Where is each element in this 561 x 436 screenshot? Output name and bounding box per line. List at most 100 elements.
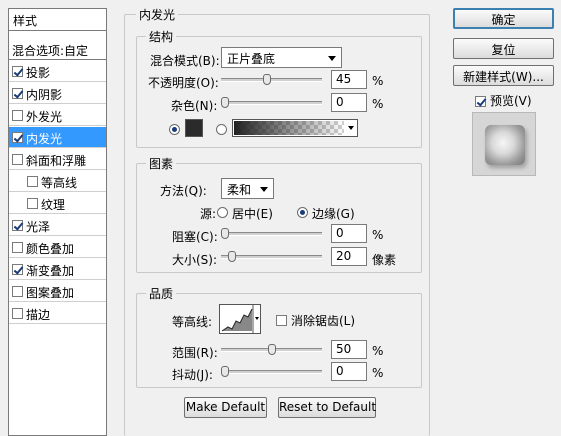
- style-checkbox[interactable]: [12, 286, 23, 297]
- size-slider-track[interactable]: [221, 255, 322, 259]
- range-input[interactable]: 50: [331, 340, 367, 359]
- style-checkbox[interactable]: [27, 198, 38, 209]
- jitter-input[interactable]: 0: [331, 362, 367, 381]
- choke-slider-thumb[interactable]: [221, 228, 229, 239]
- style-list-item[interactable]: 内发光: [9, 127, 106, 148]
- choke-unit: %: [372, 228, 384, 242]
- style-checkbox[interactable]: [12, 220, 23, 231]
- style-list: 样式 混合选项:自定 投影内阴影外发光内发光斜面和浮雕等高线纹理光泽颜色叠加渐变…: [8, 8, 107, 436]
- chevron-down-icon: [348, 126, 354, 130]
- style-item-label: 纹理: [41, 198, 66, 212]
- style-checkbox[interactable]: [12, 242, 23, 253]
- blending-options-label: 混合选项:自定: [12, 44, 89, 58]
- reset-to-default-button[interactable]: Reset to Default: [278, 397, 376, 418]
- jitter-slider-thumb[interactable]: [221, 366, 229, 377]
- size-label: 大小(S):: [172, 253, 218, 267]
- noise-slider-track[interactable]: [221, 101, 322, 105]
- style-item-label: 内阴影: [26, 88, 63, 102]
- style-checkbox[interactable]: [12, 132, 23, 143]
- anti-alias-label: 消除锯齿(L): [291, 314, 356, 328]
- blend-mode-select[interactable]: 正片叠底: [221, 47, 342, 68]
- style-item-label: 图案叠加: [26, 286, 75, 300]
- noise-slider-thumb[interactable]: [221, 97, 229, 108]
- contour-label: 等高线:: [172, 315, 213, 329]
- chevron-down-icon: [260, 187, 268, 192]
- preview-checkbox[interactable]: [475, 94, 489, 110]
- source-label: 源:: [200, 207, 217, 221]
- style-checkbox[interactable]: [12, 264, 23, 275]
- opacity-label: 不透明度(O):: [148, 76, 219, 90]
- blending-options-item[interactable]: 混合选项:自定: [9, 39, 106, 60]
- new-style-button[interactable]: 新建样式(W)...: [453, 65, 554, 86]
- technique-value: 柔和: [227, 183, 252, 197]
- anti-alias-checkbox[interactable]: [276, 313, 290, 329]
- style-item-label: 外发光: [26, 110, 63, 124]
- technique-select[interactable]: 柔和: [221, 178, 274, 199]
- make-default-button[interactable]: Make Default: [184, 397, 267, 418]
- opacity-input[interactable]: 45: [331, 70, 367, 89]
- glow-color-swatch[interactable]: [185, 119, 203, 137]
- style-list-item[interactable]: 内阴影: [9, 83, 106, 104]
- opacity-slider-track[interactable]: [221, 78, 322, 82]
- reset-button[interactable]: 复位: [453, 38, 554, 59]
- style-list-item[interactable]: 纹理: [9, 193, 106, 214]
- style-item-label: 描边: [26, 308, 51, 322]
- size-input[interactable]: 20: [331, 247, 367, 266]
- style-item-label: 光泽: [26, 220, 51, 234]
- style-checkbox[interactable]: [12, 308, 23, 319]
- jitter-label: 抖动(J):: [172, 368, 213, 382]
- style-item-label: 投影: [26, 66, 51, 80]
- range-unit: %: [372, 344, 384, 358]
- style-list-item[interactable]: 颜色叠加: [9, 237, 106, 258]
- style-list-item[interactable]: 等高线: [9, 171, 106, 192]
- preview-label: 预览(V): [490, 94, 532, 108]
- quality-title: 品质: [146, 285, 177, 302]
- jitter-slider-track[interactable]: [221, 370, 322, 374]
- style-item-label: 内发光: [26, 132, 63, 146]
- noise-label: 杂色(N):: [171, 99, 218, 113]
- range-slider-thumb[interactable]: [268, 344, 276, 355]
- choke-label: 阻塞(C):: [172, 230, 218, 244]
- opacity-slider-thumb[interactable]: [263, 74, 271, 85]
- source-edge-label: 边缘(G): [312, 207, 355, 221]
- style-list-item[interactable]: 斜面和浮雕: [9, 149, 106, 170]
- choke-input[interactable]: 0: [331, 224, 367, 243]
- style-checkbox[interactable]: [12, 110, 23, 121]
- source-center-radio[interactable]: [217, 207, 228, 218]
- style-item-label: 等高线: [41, 176, 78, 190]
- style-item-label: 斜面和浮雕: [26, 154, 87, 168]
- gradient-picker[interactable]: [232, 119, 358, 137]
- color-radio[interactable]: [169, 124, 180, 135]
- gradient-radio[interactable]: [216, 124, 227, 135]
- ok-button[interactable]: 确定: [453, 8, 554, 29]
- style-preview-thumbnail: [472, 112, 536, 176]
- source-edge-radio[interactable]: [297, 207, 308, 218]
- style-list-item[interactable]: 渐变叠加: [9, 259, 106, 280]
- style-item-label: 颜色叠加: [26, 242, 75, 256]
- style-list-item[interactable]: 图案叠加: [9, 281, 106, 302]
- size-slider-thumb[interactable]: [228, 251, 236, 262]
- style-checkbox[interactable]: [12, 154, 23, 165]
- style-checkbox[interactable]: [12, 66, 23, 77]
- style-list-item[interactable]: 描边: [9, 303, 106, 324]
- contour-curve-icon: [221, 305, 259, 333]
- noise-input[interactable]: 0: [331, 93, 367, 112]
- preview-swatch: [485, 125, 525, 165]
- style-list-item[interactable]: 光泽: [9, 215, 106, 236]
- style-list-item[interactable]: 外发光: [9, 105, 106, 126]
- style-checkbox[interactable]: [27, 176, 38, 187]
- preview-box[interactable]: [475, 96, 486, 107]
- style-item-label: 渐变叠加: [26, 264, 75, 278]
- style-list-header: 样式: [9, 9, 106, 31]
- style-checkbox[interactable]: [12, 88, 23, 99]
- anti-alias-box[interactable]: [276, 315, 287, 326]
- jitter-unit: %: [372, 366, 384, 380]
- style-list-item[interactable]: 投影: [9, 61, 106, 82]
- structure-title: 结构: [146, 28, 177, 45]
- opacity-unit: %: [372, 74, 384, 88]
- panel-title: 内发光: [136, 6, 179, 23]
- contour-picker[interactable]: [219, 304, 261, 334]
- method-label: 方法(Q):: [160, 184, 207, 198]
- elements-title: 图素: [146, 155, 177, 172]
- choke-slider-track[interactable]: [221, 232, 322, 236]
